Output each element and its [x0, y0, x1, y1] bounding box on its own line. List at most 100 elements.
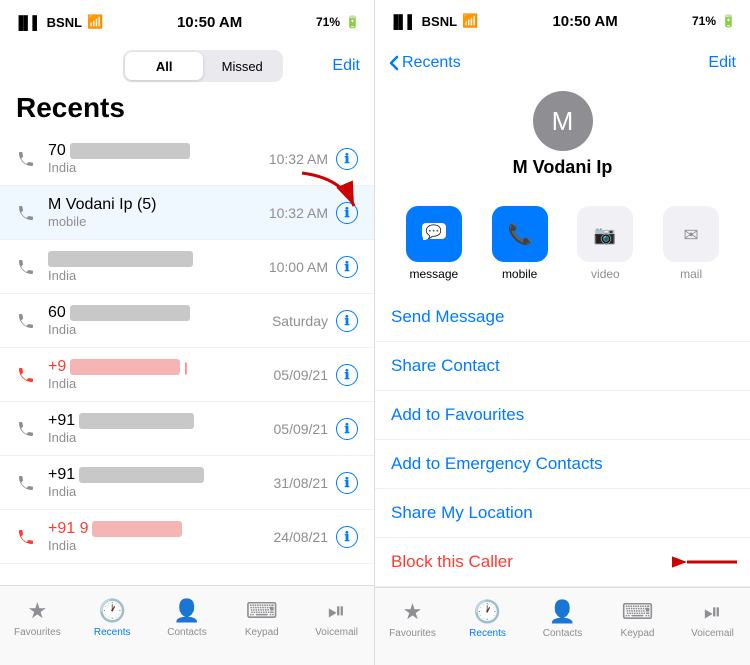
- call-info: +91 India: [48, 412, 274, 445]
- call-item[interactable]: +9 | India 05/09/21 ℹ: [0, 348, 374, 402]
- call-name-blurred: [70, 359, 180, 375]
- tab-control-row: All Missed Edit: [0, 44, 374, 88]
- left-edit-button[interactable]: Edit: [332, 57, 360, 75]
- menu-list: Send Message Share Contact Add to Favour…: [375, 293, 750, 587]
- info-button[interactable]: ℹ: [336, 364, 358, 386]
- call-name-blurred: [48, 251, 193, 267]
- call-item-vodani[interactable]: M Vodani Ip (5) mobile 10:32 AM ℹ: [0, 186, 374, 240]
- segmented-control[interactable]: All Missed: [123, 50, 283, 82]
- right-edit-button[interactable]: Edit: [708, 54, 736, 72]
- call-item[interactable]: +91 India 31/08/21 ℹ: [0, 456, 374, 510]
- call-time: 31/08/21: [274, 475, 329, 491]
- tab-label-contacts: Contacts: [167, 627, 206, 638]
- call-time: 10:32 AM: [269, 151, 328, 167]
- right-clock-icon: 🕐: [474, 599, 501, 625]
- info-button[interactable]: ℹ: [336, 256, 358, 278]
- left-time: 10:50 AM: [177, 14, 242, 31]
- tab-label-recents: Recents: [94, 627, 131, 638]
- voicemail-icon: ⏯: [328, 598, 346, 624]
- star-icon: ★: [28, 598, 48, 624]
- menu-send-message[interactable]: Send Message: [375, 293, 750, 342]
- action-mobile[interactable]: 📞 mobile: [492, 206, 548, 281]
- menu-share-contact[interactable]: Share Contact: [375, 342, 750, 391]
- call-partial: 60: [48, 304, 66, 322]
- call-item[interactable]: +91 9 India 24/08/21 ℹ: [0, 510, 374, 564]
- right-tab-recents[interactable]: 🕐 Recents: [450, 599, 525, 639]
- tab-favourites[interactable]: ★ Favourites: [0, 598, 75, 638]
- call-info: 60 India: [48, 304, 272, 337]
- recents-title: Recents: [0, 88, 374, 132]
- video-camera-icon: 📷: [592, 221, 618, 247]
- message-bubble-icon: 💬: [421, 222, 447, 246]
- call-name-blurred: [70, 143, 190, 159]
- video-icon-btn: 📷: [577, 206, 633, 262]
- info-button[interactable]: ℹ: [336, 472, 358, 494]
- call-name-blurred: [79, 413, 194, 429]
- right-tab-label-recents: Recents: [469, 628, 506, 639]
- call-info-vodani: M Vodani Ip (5) mobile: [48, 196, 269, 229]
- mail-label: mail: [680, 267, 702, 281]
- info-button[interactable]: ℹ: [336, 310, 358, 332]
- svg-text:📷: 📷: [594, 225, 616, 245]
- contact-header: M M Vodani Ip: [375, 83, 750, 194]
- left-status-bar: ▐▌▌ BSNL 📶 10:50 AM 71% 🔋: [0, 0, 374, 44]
- svg-text:💬: 💬: [426, 224, 442, 239]
- right-wifi-icon: 📶: [462, 13, 478, 29]
- chevron-left-icon: [389, 55, 399, 71]
- left-battery-pct: 71%: [316, 15, 340, 29]
- action-message[interactable]: 💬 message: [406, 206, 462, 281]
- phone-icon: 📞: [507, 221, 533, 247]
- menu-add-emergency[interactable]: Add to Emergency Contacts: [375, 440, 750, 489]
- right-tab-label-voicemail: Voicemail: [691, 628, 734, 639]
- left-battery-area: 71% 🔋: [316, 15, 360, 29]
- call-sub: India: [48, 430, 274, 445]
- right-tab-contacts[interactable]: 👤 Contacts: [525, 599, 600, 639]
- left-bottom-tab-bar: ★ Favourites 🕐 Recents 👤 Contacts ⌨ Keyp…: [0, 585, 374, 665]
- call-item[interactable]: India 10:00 AM ℹ: [0, 240, 374, 294]
- info-button[interactable]: ℹ: [336, 148, 358, 170]
- call-type-icon: [16, 472, 38, 494]
- right-panel: ▐▌▌ BSNL 📶 10:50 AM 71% 🔋 Recents Edit M…: [375, 0, 750, 665]
- right-time: 10:50 AM: [552, 13, 617, 30]
- right-tab-keypad[interactable]: ⌨ Keypad: [600, 599, 675, 639]
- avatar: M: [533, 91, 593, 151]
- call-sub: India: [48, 484, 274, 499]
- call-type-icon: [16, 526, 38, 548]
- call-partial: 70: [48, 142, 66, 160]
- action-video[interactable]: 📷 video: [577, 206, 633, 281]
- menu-block-caller[interactable]: Block this Caller: [375, 538, 750, 587]
- right-battery-area: 71% 🔋: [692, 14, 736, 28]
- left-carrier: ▐▌▌ BSNL 📶: [14, 14, 103, 30]
- tab-all[interactable]: All: [125, 52, 203, 80]
- tab-voicemail[interactable]: ⏯ Voicemail: [299, 598, 374, 638]
- menu-add-favourites[interactable]: Add to Favourites: [375, 391, 750, 440]
- right-battery-icon: 🔋: [721, 14, 736, 28]
- back-button[interactable]: Recents: [389, 54, 461, 72]
- tab-contacts[interactable]: 👤 Contacts: [150, 598, 225, 638]
- call-name-blurred: [92, 521, 182, 537]
- contact-name: M Vodani Ip: [513, 157, 613, 178]
- call-name-vodani: M Vodani Ip (5): [48, 196, 269, 214]
- info-button[interactable]: ℹ: [336, 526, 358, 548]
- call-info: +91 India: [48, 466, 274, 499]
- menu-share-location[interactable]: Share My Location: [375, 489, 750, 538]
- call-extra: |: [184, 360, 187, 375]
- mail-icon-btn: ✉: [663, 206, 719, 262]
- right-tab-favourites[interactable]: ★ Favourites: [375, 599, 450, 639]
- call-sub: India: [48, 160, 269, 175]
- right-tab-voicemail[interactable]: ⏯ Voicemail: [675, 599, 750, 639]
- action-mail[interactable]: ✉ mail: [663, 206, 719, 281]
- info-button[interactable]: ℹ: [336, 418, 358, 440]
- tab-keypad[interactable]: ⌨ Keypad: [224, 598, 299, 638]
- call-time: 05/09/21: [274, 421, 329, 437]
- tab-recents[interactable]: 🕐 Recents: [75, 598, 150, 638]
- mobile-label: mobile: [502, 267, 537, 281]
- call-list: 70 India 10:32 AM ℹ M Vodani Ip (5) mobi…: [0, 132, 374, 585]
- red-arrow-annotation: [292, 168, 372, 223]
- call-item[interactable]: 60 India Saturday ℹ: [0, 294, 374, 348]
- call-item[interactable]: +91 India 05/09/21 ℹ: [0, 402, 374, 456]
- right-carrier: ▐▌▌ BSNL 📶: [389, 13, 478, 29]
- right-status-bar: ▐▌▌ BSNL 📶 10:50 AM 71% 🔋: [375, 0, 750, 42]
- tab-missed[interactable]: Missed: [203, 52, 281, 80]
- right-signal-icon: ▐▌▌: [389, 14, 417, 29]
